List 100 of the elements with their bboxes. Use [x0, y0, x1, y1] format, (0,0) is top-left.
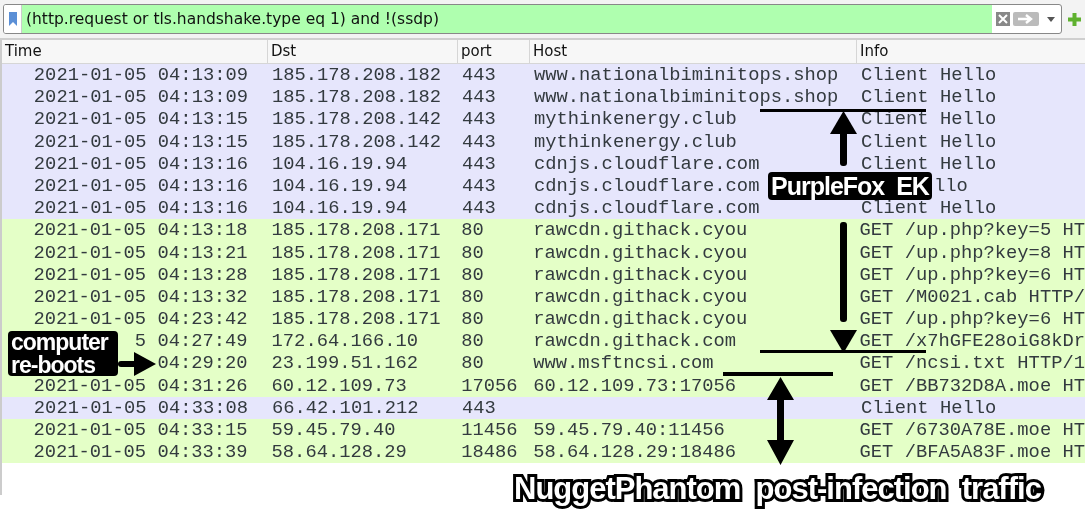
- table-cell: mythinkenergy.club: [534, 108, 737, 131]
- table-cell: 2021-01-05 04:13:18: [33, 219, 248, 242]
- table-cell: GET /up.php?key=6 HT: [859, 263, 1085, 286]
- annotation-label: computer re-boots: [8, 331, 118, 376]
- table-cell: 66.42.101.212: [272, 396, 419, 419]
- table-cell: 2021-01-05 04:13:16: [33, 152, 248, 175]
- table-cell: 185.178.208.182: [272, 64, 442, 86]
- table-cell: cdnjs.cloudflare.com: [534, 197, 760, 220]
- table-cell: GET /BB732D8A.moe HT: [859, 374, 1085, 397]
- table-cell: 2021-01-05 04:13:15: [33, 130, 248, 153]
- table-cell: 443: [462, 396, 496, 419]
- table-cell: GET /x7hGFE28oiG8kDr: [859, 330, 1085, 353]
- table-cell: www.nationalbiminitops.shop: [534, 86, 839, 109]
- table-cell: 2021-01-05 04:13:09: [33, 64, 248, 86]
- table-cell: rawcdn.githack.com: [533, 330, 736, 353]
- table-cell: Client Hello: [861, 396, 997, 419]
- table-cell: 18486: [461, 441, 518, 464]
- table-cell: 2021-01-05 04:31:26: [33, 374, 248, 397]
- table-cell: 2021-01-05 04:13:21: [33, 241, 248, 264]
- column-header[interactable]: Dst: [268, 40, 458, 63]
- table-cell: 185.178.208.171: [271, 285, 441, 308]
- table-cell: rawcdn.githack.cyou: [533, 241, 748, 264]
- table-cell: 2021-01-05 04:13:09: [33, 86, 248, 109]
- table-cell: GET /ncsi.txt HTTP/1: [859, 352, 1085, 375]
- table-cell: GET /up.php?key=5 HT: [859, 219, 1085, 242]
- column-header[interactable]: Info: [857, 40, 1085, 63]
- table-cell: GET /up.php?key=8 HT: [859, 241, 1085, 264]
- table-cell: 2021-01-05 04:13:15: [33, 108, 248, 131]
- table-cell: 80: [461, 263, 484, 286]
- table-cell: 443: [462, 86, 496, 109]
- clear-icon[interactable]: [996, 12, 1010, 26]
- bookmark-icon[interactable]: [4, 5, 22, 33]
- table-cell: 2021-01-05 04:13:16: [33, 174, 248, 197]
- column-header[interactable]: Time: [2, 40, 268, 63]
- table-cell: 11456: [461, 419, 518, 441]
- arrow-icon: [830, 222, 857, 353]
- table-cell: 60.12.109.73: [271, 374, 407, 397]
- table-cell: 185.178.208.171: [271, 219, 441, 242]
- table-cell: 5 04:27:49: [134, 330, 248, 353]
- table-cell: 104.16.19.94: [272, 152, 408, 175]
- table-cell: 2021-01-05 04:13:28: [33, 263, 248, 286]
- table-cell: rawcdn.githack.cyou: [533, 308, 748, 331]
- table-cell: 60.12.109.73:17056: [533, 374, 736, 397]
- display-filter-field[interactable]: (http.request or tls.handshake.type eq 1) and !(ssdp): [3, 4, 1062, 34]
- table-cell: 80: [461, 285, 484, 308]
- table-cell: 59.45.79.40: [271, 419, 396, 441]
- table-cell: Client Hello: [861, 108, 997, 131]
- table-cell: 185.178.208.171: [271, 241, 441, 264]
- table-cell: 80: [461, 219, 484, 242]
- table-cell: 59.45.79.40:11456: [533, 419, 725, 441]
- table-cell: Client Hello: [861, 152, 997, 175]
- table-cell: 58.64.128.29: [271, 441, 407, 464]
- table-cell: llo: [933, 174, 968, 197]
- table-cell: 2021-01-05 04:13:16: [33, 197, 248, 220]
- annotation-label: PurpleFox EK: [768, 172, 932, 201]
- double-arrow-icon: [767, 377, 794, 465]
- table-cell: 185.178.208.171: [271, 308, 441, 331]
- table-cell: 185.178.208.142: [272, 130, 442, 153]
- table-cell: 2021-01-05 04:33:08: [33, 396, 248, 419]
- table-cell: 185.178.208.171: [271, 263, 441, 286]
- table-cell: 04:29:20: [157, 352, 248, 375]
- table-cell: mythinkenergy.club: [534, 130, 737, 153]
- table-cell: rawcdn.githack.cyou: [533, 285, 748, 308]
- table-cell: 443: [462, 152, 496, 175]
- table-cell: 17056: [461, 374, 518, 397]
- table-cell: 443: [462, 197, 496, 220]
- table-cell: rawcdn.githack.cyou: [533, 263, 748, 286]
- table-cell: 2021-01-05 04:23:42: [33, 308, 248, 331]
- table-cell: www.msftncsi.com: [533, 352, 714, 375]
- plus-icon[interactable]: [1068, 12, 1081, 26]
- table-cell: 2021-01-05 04:33:39: [33, 441, 248, 464]
- table-cell: GET /BFA5A83F.moe HT: [859, 441, 1085, 464]
- table-cell: GET /M0021.cab HTTP/: [859, 285, 1085, 308]
- table-cell: 185.178.208.182: [272, 86, 442, 109]
- table-cell: 443: [462, 64, 496, 86]
- table-cell: rawcdn.githack.cyou: [533, 219, 748, 242]
- table-cell: 80: [461, 330, 484, 353]
- column-header[interactable]: Host: [530, 40, 857, 63]
- arrow-icon: [830, 111, 857, 166]
- table-cell: 2021-01-05 04:13:32: [33, 285, 248, 308]
- table-cell: 443: [462, 108, 496, 131]
- table-cell: 172.64.166.10: [271, 330, 419, 353]
- table-cell: 80: [461, 308, 484, 331]
- table-cell: 443: [462, 174, 496, 197]
- table-cell: 23.199.51.162: [271, 352, 419, 375]
- table-cell: cdnjs.cloudflare.com: [534, 152, 760, 175]
- table-cell: 443: [462, 130, 496, 153]
- table-cell: 58.64.128.29:18486: [533, 441, 736, 464]
- table-cell: Client Hello: [861, 130, 997, 153]
- table-cell: 185.178.208.142: [272, 108, 442, 131]
- caret-icon[interactable]: [1047, 16, 1055, 22]
- table-cell: GET /up.php?key=6 HT: [859, 308, 1085, 331]
- table-cell: 104.16.19.94: [272, 174, 408, 197]
- column-header[interactable]: port: [458, 40, 530, 63]
- table-cell: 2021-01-05 04:33:15: [33, 419, 248, 441]
- table-cell: GET /6730A78E.moe HT: [859, 419, 1085, 441]
- table-cell: www.nationalbiminitops.shop: [534, 64, 839, 86]
- table-cell: 80: [461, 352, 484, 375]
- table-cell: Client Hello: [861, 86, 997, 109]
- table-cell: Client Hello: [861, 64, 997, 86]
